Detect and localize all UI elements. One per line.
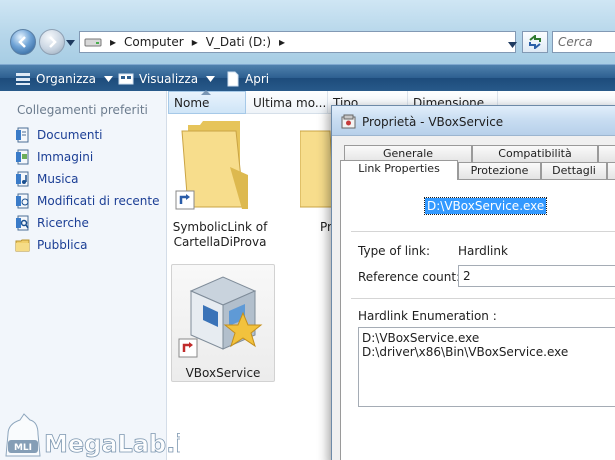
tab-details[interactable]: Dettagli <box>541 162 607 179</box>
command-bar: Organizza Visualizza Apri <box>0 64 615 91</box>
chevron-down-icon <box>65 40 75 46</box>
nav-item-public[interactable]: Pubblica <box>15 236 87 254</box>
breadcrumb-arrow-icon[interactable]: ▸ <box>110 35 116 49</box>
reference-count-field[interactable]: 2 <box>458 265 615 287</box>
tab-security[interactable]: Protezione <box>458 162 541 179</box>
address-toolbar: ▸ Computer ▸ V_Dati (D:) ▸ Cerca <box>0 0 615 64</box>
divider <box>351 231 615 232</box>
organize-button[interactable]: Organizza <box>15 69 114 88</box>
nav-item-label: Immagini <box>37 150 94 164</box>
organize-icon <box>15 72 31 86</box>
type-of-link-label: Type of link: <box>358 244 431 258</box>
folder-shortcut-icon <box>175 121 248 210</box>
hardlink-enumeration-list[interactable]: D:\VBoxService.exe D:\driver\x86\Bin\VBo… <box>358 327 615 407</box>
tab-link-properties[interactable]: Link Properties <box>340 160 458 180</box>
hardlink-enumeration-label: Hardlink Enumeration : <box>358 309 497 323</box>
list-item: D:\driver\x86\Bin\VBoxService.exe <box>362 345 569 359</box>
chevron-down-icon <box>206 75 216 82</box>
searches-icon <box>15 215 31 231</box>
tab-overflow[interactable] <box>607 162 615 179</box>
breadcrumb-arrow-icon[interactable]: ▸ <box>192 35 198 49</box>
nav-item-label: Ricerche <box>37 216 89 230</box>
column-header-modified[interactable]: Ultima mo... <box>248 91 328 114</box>
pictures-icon <box>15 149 31 165</box>
nav-item-label: Musica <box>37 172 79 186</box>
dialog-title-bar[interactable]: Proprietà - VBoxService <box>332 106 615 136</box>
refresh-icon <box>529 35 541 49</box>
breadcrumb-arrow-icon[interactable]: ▸ <box>279 35 285 49</box>
nav-item-music[interactable]: Musica <box>15 170 79 188</box>
tab-overflow[interactable] <box>598 145 615 162</box>
link-path-field[interactable]: D:\VBoxService.exe <box>423 197 548 215</box>
file-item-symboliclink[interactable]: SymbolicLink of CartellaDiProva <box>170 117 270 252</box>
file-label-line1: VBoxService <box>185 366 261 380</box>
watermark-logo-text: MLI <box>14 443 32 453</box>
nav-item-documents[interactable]: Documenti <box>15 126 103 144</box>
file-label-line1: SymbolicLink of <box>172 220 268 234</box>
favorite-links-title: Collegamenti preferiti <box>17 103 148 117</box>
open-label: Apri <box>245 71 270 86</box>
address-dropdown-button[interactable] <box>508 37 517 51</box>
sort-arrow-icon <box>201 90 211 95</box>
arrow-left-icon <box>18 36 26 48</box>
breadcrumb-drive[interactable]: V_Dati (D:) <box>206 35 271 49</box>
nav-item-recent[interactable]: Modificati di recente <box>15 192 160 210</box>
chevron-down-icon <box>104 75 114 82</box>
nav-item-label: Pubblica <box>37 238 88 252</box>
search-input[interactable]: Cerca <box>552 31 615 53</box>
address-bar[interactable]: ▸ Computer ▸ V_Dati (D:) ▸ <box>79 31 516 53</box>
nav-item-label: Documenti <box>37 128 103 142</box>
back-button[interactable] <box>10 29 36 55</box>
file-label-line2: CartellaDiProva <box>173 235 267 249</box>
drive-icon <box>84 38 102 47</box>
breadcrumb-computer[interactable]: Computer <box>124 35 184 49</box>
megalab-logo-icon: MLI MegaLab.it <box>5 413 195 458</box>
properties-icon <box>341 114 356 129</box>
nav-item-searches[interactable]: Ricerche <box>15 214 89 232</box>
open-button[interactable]: Apri <box>226 69 269 88</box>
list-item: D:\VBoxService.exe <box>362 331 480 345</box>
virtualbox-app-icon <box>178 276 263 358</box>
dialog-title: Proprietà - VBoxService <box>362 115 504 129</box>
watermark-text: MegaLab.it <box>44 430 180 458</box>
properties-dialog: Proprietà - VBoxService Generale Compati… <box>331 105 615 460</box>
divider <box>351 298 615 299</box>
chevron-down-icon <box>508 42 517 48</box>
link-properties-panel: D:\VBoxService.exe Type of link: Hardlin… <box>340 179 615 460</box>
tab-compatibility[interactable]: Compatibilità <box>472 145 598 162</box>
recent-icon <box>15 193 31 209</box>
documents-icon <box>15 127 31 143</box>
music-icon <box>15 171 31 187</box>
file-item-vboxservice[interactable]: VBoxService <box>171 264 275 382</box>
public-folder-icon <box>15 237 31 253</box>
nav-item-label: Modificati di recente <box>37 194 160 208</box>
document-icon <box>226 71 240 87</box>
nav-item-pictures[interactable]: Immagini <box>15 148 93 166</box>
view-button[interactable]: Visualizza <box>118 69 216 88</box>
view-label: Visualizza <box>139 71 199 86</box>
forward-button[interactable] <box>39 29 65 55</box>
reference-count-label: Reference count: <box>358 270 461 284</box>
refresh-button[interactable] <box>522 31 548 53</box>
type-of-link-value: Hardlink <box>458 244 508 258</box>
watermark: MLI MegaLab.it <box>0 412 195 460</box>
view-icon <box>118 72 134 86</box>
arrow-right-icon <box>49 36 57 48</box>
organize-label: Organizza <box>36 71 97 86</box>
navigation-pane: Collegamenti preferiti Documenti Immagin… <box>0 91 167 460</box>
recent-pages-button[interactable] <box>64 37 76 49</box>
